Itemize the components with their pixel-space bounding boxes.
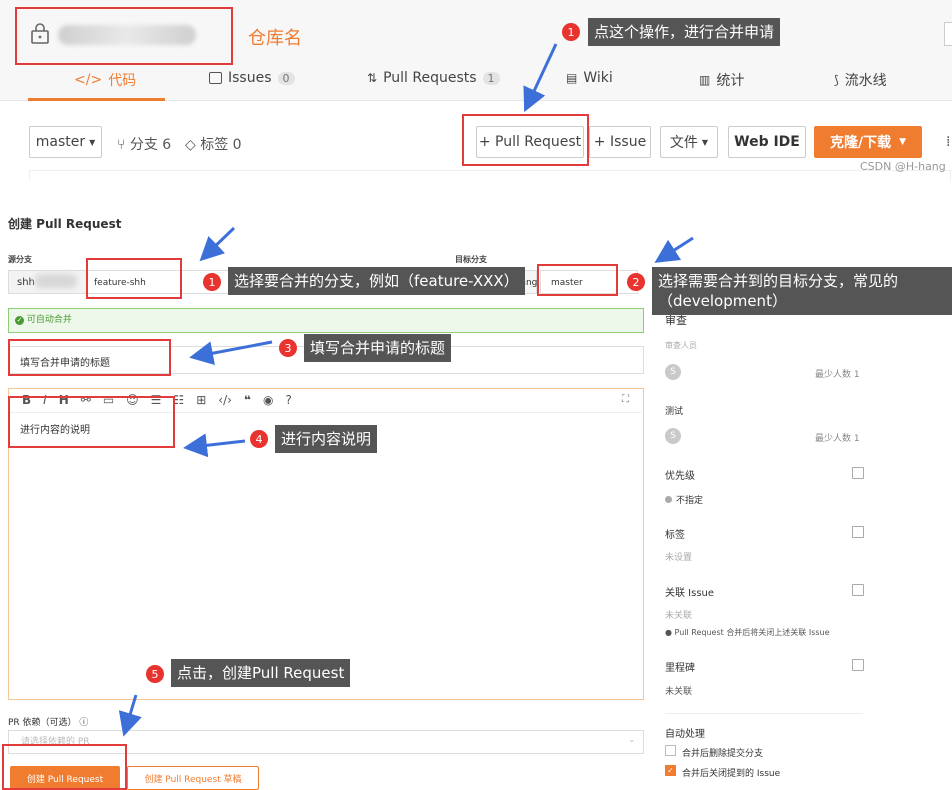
arrow-to-description — [183, 433, 246, 458]
annotation-arrows — [118, 43, 694, 737]
arrow-to-pull-request — [523, 43, 558, 113]
arrow-to-target-branch — [654, 236, 694, 263]
arrow-to-title — [189, 340, 273, 366]
arrow-to-source-branch — [199, 226, 236, 262]
arrow-to-create — [118, 694, 142, 737]
